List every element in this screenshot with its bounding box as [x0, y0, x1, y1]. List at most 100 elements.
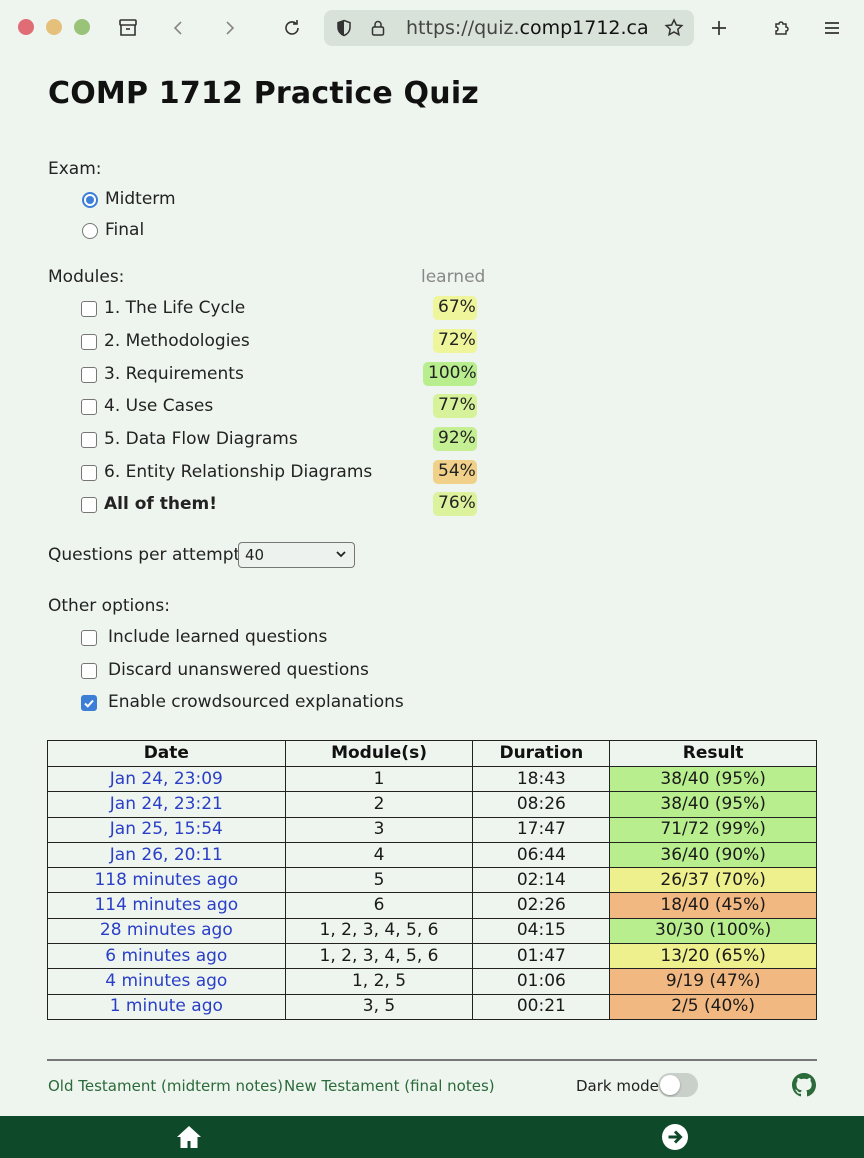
- extensions-icon[interactable]: [768, 14, 796, 42]
- module-learned-3: 100%: [423, 362, 477, 386]
- new-tab-icon[interactable]: [705, 14, 733, 42]
- attempt-result: 18/40 (45%): [609, 892, 817, 919]
- bookmark-star-icon[interactable]: [660, 14, 688, 42]
- forward-icon[interactable]: [215, 14, 243, 42]
- module-learned-2: 72%: [433, 329, 477, 353]
- other-options-label: Other options:: [48, 596, 171, 616]
- attempt-modules: 3: [284, 816, 474, 843]
- header-result: Result: [609, 740, 817, 767]
- discard-unanswered-checkbox[interactable]: [81, 663, 97, 679]
- module-checkbox-1[interactable]: [81, 301, 97, 317]
- attempt-duration: 00:21: [472, 993, 611, 1020]
- arrow-right-circle-icon[interactable]: [660, 1122, 690, 1152]
- attempt-date-link[interactable]: 6 minutes ago: [47, 943, 286, 970]
- include-learned-checkbox[interactable]: [81, 630, 97, 646]
- exam-label: Exam:: [48, 159, 102, 179]
- attempt-duration: 01:47: [472, 943, 611, 970]
- attempt-result: 9/19 (47%): [609, 968, 817, 995]
- attempt-date-link[interactable]: 4 minutes ago: [47, 968, 286, 995]
- attempt-modules: 1: [284, 765, 474, 793]
- minimize-window-button[interactable]: [46, 19, 62, 35]
- menu-icon[interactable]: [818, 14, 846, 42]
- radio-midterm-label[interactable]: Midterm: [105, 189, 176, 209]
- questions-per-attempt-value: 40: [245, 546, 265, 564]
- dark-mode-toggle[interactable]: [658, 1073, 698, 1097]
- radio-midterm[interactable]: [82, 192, 98, 208]
- include-learned-label[interactable]: Include learned questions: [108, 627, 327, 647]
- github-icon[interactable]: [792, 1073, 816, 1097]
- attempt-duration: 04:15: [472, 917, 611, 945]
- table-row: 118 minutes ago 5 02:14 26/37 (70%): [47, 867, 817, 894]
- attempt-modules: 2: [284, 791, 474, 818]
- module-checkbox-6[interactable]: [81, 465, 97, 481]
- module-label-1[interactable]: 1. The Life Cycle: [104, 298, 245, 318]
- tab-overview-icon[interactable]: [114, 14, 142, 42]
- attempt-result: 71/72 (99%): [609, 816, 817, 843]
- header-date: Date: [47, 740, 286, 767]
- table-row: Jan 26, 20:11 4 06:44 36/40 (90%): [47, 841, 817, 869]
- attempt-modules: 5: [284, 867, 474, 894]
- attempt-duration: 02:26: [472, 892, 611, 919]
- modules-label: Modules:: [48, 267, 125, 287]
- attempt-date-link[interactable]: 118 minutes ago: [47, 867, 286, 894]
- attempt-duration: 02:14: [472, 867, 611, 894]
- attempt-result: 38/40 (95%): [609, 765, 817, 793]
- attempt-result: 38/40 (95%): [609, 791, 817, 818]
- module-checkbox-4[interactable]: [81, 399, 97, 415]
- attempt-result: 26/37 (70%): [609, 867, 817, 894]
- module-label-all[interactable]: All of them!: [104, 494, 217, 514]
- radio-final-label[interactable]: Final: [105, 220, 144, 240]
- new-testament-link[interactable]: New Testament (final notes): [284, 1077, 495, 1095]
- attempt-date-link[interactable]: Jan 24, 23:21: [47, 791, 286, 818]
- toggle-knob: [660, 1075, 680, 1095]
- crowdsourced-explanations-label[interactable]: Enable crowdsourced explanations: [108, 692, 404, 712]
- module-checkbox-2[interactable]: [81, 334, 97, 350]
- footer-divider: [47, 1059, 817, 1061]
- module-label-4[interactable]: 4. Use Cases: [104, 396, 213, 416]
- url-bar[interactable]: https://quiz.comp1712.ca: [324, 10, 694, 46]
- module-checkbox-5[interactable]: [81, 432, 97, 448]
- attempt-date-link[interactable]: 1 minute ago: [47, 993, 286, 1020]
- module-label-2[interactable]: 2. Methodologies: [104, 331, 250, 351]
- header-duration: Duration: [472, 740, 611, 767]
- shield-icon[interactable]: [330, 14, 358, 42]
- attempt-duration: 01:06: [472, 968, 611, 995]
- module-learned-1: 67%: [433, 296, 477, 320]
- attempt-date-link[interactable]: Jan 26, 20:11: [47, 841, 286, 869]
- table-header-row: Date Module(s) Duration Result: [47, 740, 817, 767]
- chevron-down-icon: [334, 547, 348, 565]
- page-title: COMP 1712 Practice Quiz: [48, 76, 479, 111]
- radio-final[interactable]: [82, 223, 98, 239]
- attempt-date-link[interactable]: 28 minutes ago: [47, 917, 286, 945]
- module-checkbox-3[interactable]: [81, 367, 97, 383]
- reload-icon[interactable]: [278, 14, 306, 42]
- discard-unanswered-label[interactable]: Discard unanswered questions: [108, 660, 369, 680]
- crowdsourced-explanations-checkbox[interactable]: [81, 695, 97, 711]
- questions-per-attempt-select[interactable]: 40: [238, 542, 355, 568]
- checkmark-icon: [84, 699, 94, 708]
- table-row: 28 minutes ago 1, 2, 3, 4, 5, 6 04:15 30…: [47, 917, 817, 945]
- old-testament-link[interactable]: Old Testament (midterm notes): [48, 1077, 283, 1095]
- back-icon[interactable]: [165, 14, 193, 42]
- module-learned-all: 76%: [433, 492, 477, 516]
- module-label-5[interactable]: 5. Data Flow Diagrams: [104, 429, 298, 449]
- home-icon[interactable]: [174, 1122, 204, 1152]
- attempt-modules: 1, 2, 5: [284, 968, 474, 995]
- module-learned-4: 77%: [433, 394, 477, 418]
- module-checkbox-all[interactable]: [81, 497, 97, 513]
- bottom-nav-bar: [0, 1116, 864, 1158]
- attempt-result: 13/20 (65%): [609, 943, 817, 970]
- table-row: Jan 24, 23:21 2 08:26 38/40 (95%): [47, 791, 817, 818]
- lock-icon[interactable]: [364, 14, 392, 42]
- attempt-date-link[interactable]: 114 minutes ago: [47, 892, 286, 919]
- table-row: 6 minutes ago 1, 2, 3, 4, 5, 6 01:47 13/…: [47, 943, 817, 970]
- attempt-date-link[interactable]: Jan 25, 15:54: [47, 816, 286, 843]
- module-label-6[interactable]: 6. Entity Relationship Diagrams: [104, 462, 372, 482]
- attempt-duration: 06:44: [472, 841, 611, 869]
- module-label-3[interactable]: 3. Requirements: [104, 364, 244, 384]
- maximize-window-button[interactable]: [74, 19, 90, 35]
- attempt-duration: 18:43: [472, 765, 611, 793]
- attempt-date-link[interactable]: Jan 24, 23:09: [47, 765, 286, 793]
- attempt-history-table: Date Module(s) Duration Result Jan 24, 2…: [47, 740, 817, 1020]
- close-window-button[interactable]: [18, 19, 34, 35]
